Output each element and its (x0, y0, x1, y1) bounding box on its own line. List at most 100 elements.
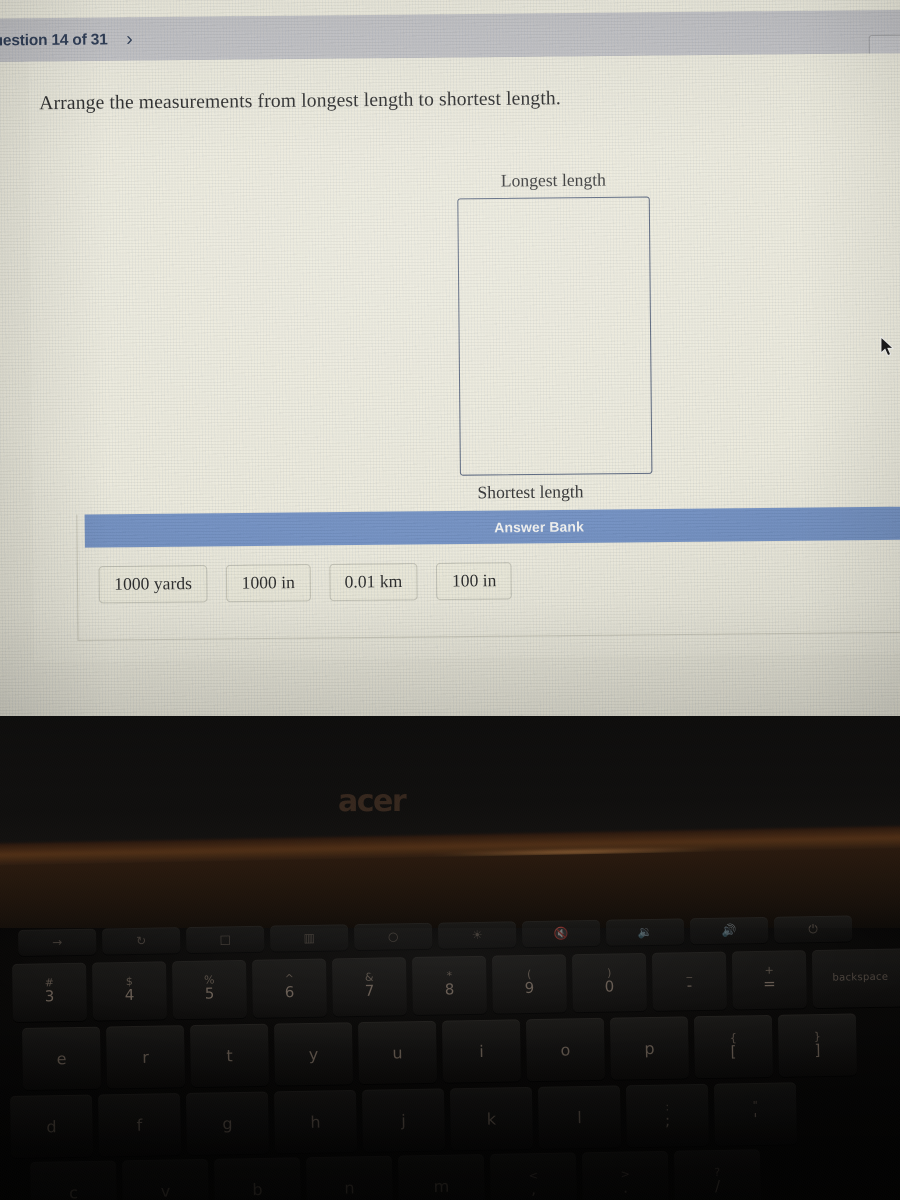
key-glyph: ○ (387, 929, 399, 944)
keyboard-home-row: d f g h j k l :; " ' (10, 1082, 797, 1158)
key-f-volume-down[interactable]: 🔉 (605, 918, 685, 946)
key-lower-glyph: / (714, 1176, 721, 1196)
key-equals[interactable]: + = (731, 950, 807, 1010)
key-f-tab[interactable]: → (18, 928, 97, 956)
longest-length-label: Longest length (500, 170, 606, 191)
answer-tile[interactable]: 1000 yards (98, 565, 208, 604)
laptop-keyboard: → ↻ □ ▥ ○ ☀ 🔇 🔉 🔊 ⏻ #3 $4 % 5 ^ 6 & 7 * 8 (9… (0, 915, 900, 1200)
key-9[interactable]: (9 (491, 954, 567, 1014)
key-g[interactable]: g (185, 1091, 270, 1155)
key-f-refresh[interactable]: ↻ (101, 927, 181, 955)
key-lower-glyph: [ (730, 1042, 737, 1061)
keyboard-qwerty-row: e r t y u i o p {[ }] (22, 1013, 857, 1090)
key-lower-glyph: b (252, 1179, 263, 1199)
key-lower-glyph: c (68, 1182, 79, 1200)
key-lower-glyph: l (577, 1107, 582, 1127)
question-counter: Question 14 of 31 (0, 30, 108, 50)
key-n[interactable]: n (305, 1155, 394, 1200)
key-f-fullscreen[interactable]: □ (185, 925, 265, 954)
next-question-chevron-icon[interactable]: › (107, 28, 133, 50)
key-u[interactable]: u (357, 1020, 438, 1085)
key-lower-glyph: f (136, 1115, 143, 1135)
key-lower-glyph: 5 (204, 984, 215, 1003)
key-lower-glyph: o (560, 1039, 571, 1060)
key-7[interactable]: & 7 (331, 957, 407, 1017)
answer-bank-title: Answer Bank (494, 518, 584, 535)
key-lower-glyph: g (222, 1113, 233, 1133)
key-glyph: ↻ (136, 933, 147, 948)
key-y[interactable]: y (273, 1022, 354, 1086)
key-glyph: 🔇 (553, 926, 569, 941)
key-6[interactable]: ^ 6 (251, 958, 327, 1018)
key-b[interactable]: b (213, 1157, 302, 1200)
key-comma[interactable]: <, (489, 1152, 577, 1200)
key-r[interactable]: r (105, 1025, 186, 1089)
browser-viewport: Resources x Give Up? Hint (0, 0, 900, 781)
key-l[interactable]: l (537, 1085, 621, 1149)
answer-tile[interactable]: 100 in (436, 562, 513, 601)
key-t[interactable]: t (189, 1023, 270, 1088)
key-power[interactable]: ⏻ (773, 915, 853, 943)
key-lower-glyph: . (622, 1178, 629, 1197)
key-c[interactable]: c (30, 1160, 118, 1200)
key-lower-glyph: - (686, 976, 693, 995)
key-5[interactable]: % 5 (171, 959, 247, 1020)
key-lower-glyph: 7 (364, 981, 375, 1000)
key-h[interactable]: h (273, 1089, 358, 1154)
key-glyph: → (52, 935, 63, 950)
key-glyph: ☀ (471, 927, 483, 943)
key-lower-glyph: 0 (604, 977, 615, 996)
key-lower-glyph: i (479, 1041, 484, 1061)
key-glyph: ▥ (303, 930, 315, 946)
key-semicolon[interactable]: :; (625, 1083, 709, 1148)
key-f[interactable]: f (97, 1093, 182, 1157)
key-period[interactable]: >. (581, 1150, 669, 1200)
key-lower-glyph: n (344, 1177, 355, 1198)
key-4[interactable]: $4 (91, 961, 167, 1021)
key-lower-glyph: = (763, 974, 776, 993)
keyboard-number-row: #3 $4 % 5 ^ 6 & 7 * 8 (9 ) 0 _ - + = backspace (12, 948, 900, 1022)
key-bracket-right[interactable]: }] (777, 1013, 857, 1077)
key-f-brightness-up[interactable]: ☀ (437, 921, 517, 949)
key-lower-glyph: u (392, 1042, 403, 1063)
key-f-brightness-down[interactable]: ○ (353, 922, 433, 951)
key-lower-glyph: y (308, 1044, 319, 1064)
key-lower-glyph: ] (814, 1041, 821, 1060)
laptop-body: acer → ↻ □ ▥ ○ ☀ 🔇 🔉 🔊 ⏻ #3 $4 % 5 ^ 6 &… (0, 716, 900, 1200)
key-k[interactable]: k (449, 1086, 534, 1151)
key-f-volume-up[interactable]: 🔊 (689, 916, 769, 945)
key-0[interactable]: ) 0 (571, 952, 647, 1013)
key-j[interactable]: j (361, 1088, 446, 1152)
key-i[interactable]: i (441, 1019, 522, 1083)
key-e[interactable]: e (22, 1026, 102, 1090)
shortest-length-label: Shortest length (477, 481, 584, 503)
key-f-windows[interactable]: ▥ (269, 924, 349, 952)
key-lower-glyph: , (531, 1180, 537, 1199)
key-lower-glyph: m (433, 1176, 450, 1196)
key-p[interactable]: p (609, 1016, 689, 1080)
key-quote[interactable]: " ' (713, 1082, 797, 1146)
toolbar-button-resources[interactable]: Resources (457, 0, 585, 2)
key-bracket-left[interactable]: {[ (693, 1014, 773, 1079)
key-f-mute[interactable]: 🔇 (521, 919, 601, 948)
key-8[interactable]: * 8 (411, 955, 487, 1016)
key-slash[interactable]: ? / (673, 1149, 761, 1200)
key-glyph: □ (219, 932, 231, 947)
answer-tile[interactable]: 1000 in (225, 564, 311, 603)
answer-bank-tiles: 1000 yards 1000 in 0.01 km 100 in (78, 539, 900, 604)
key-minus[interactable]: _ - (651, 951, 727, 1011)
key-3[interactable]: #3 (12, 962, 88, 1022)
answer-tile[interactable]: 0.01 km (328, 563, 418, 602)
key-lower-glyph: j (401, 1110, 406, 1130)
key-lower-glyph: h (310, 1112, 321, 1132)
key-lower-glyph: r (142, 1047, 149, 1067)
key-d[interactable]: d (10, 1094, 94, 1158)
key-backspace[interactable]: backspace (811, 948, 900, 1009)
key-lower-glyph: 3 (44, 987, 55, 1006)
key-v[interactable]: v (121, 1158, 210, 1200)
keyboard-bottom-row: c v b n m <, >. ? / (30, 1149, 761, 1200)
key-m[interactable]: m (397, 1154, 486, 1200)
key-lower-glyph: 8 (444, 980, 455, 999)
ordering-dropzone[interactable] (457, 196, 653, 476)
key-o[interactable]: o (525, 1017, 605, 1082)
